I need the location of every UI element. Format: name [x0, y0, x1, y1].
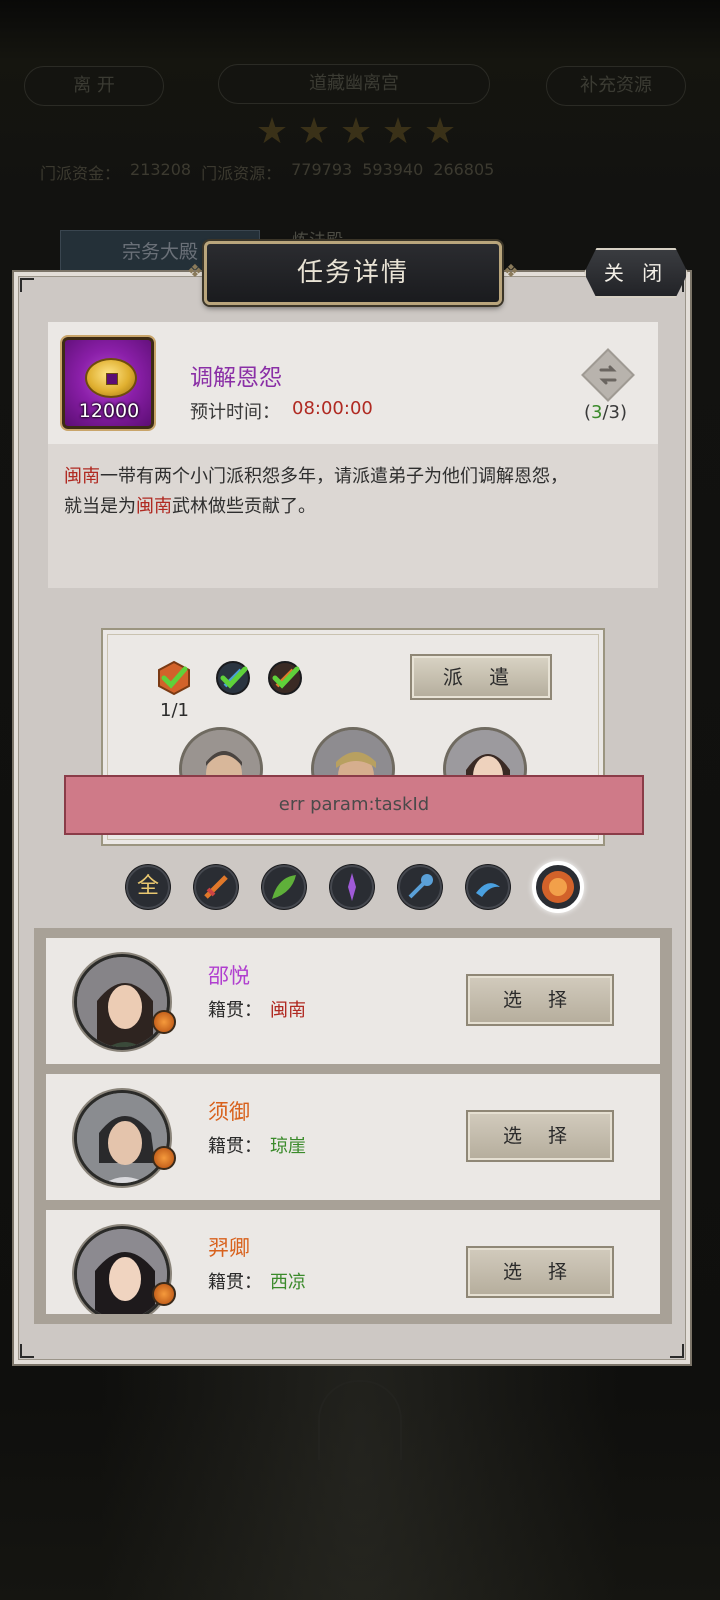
disciple-name: 须御 [208, 1100, 250, 1124]
star-icon: ★ [339, 111, 373, 152]
fist-class-icon [152, 1282, 176, 1306]
claw-filter-icon[interactable] [466, 865, 510, 909]
panel-corner-ornament [20, 278, 34, 292]
panel-corner-ornament [20, 1344, 34, 1358]
avatar [74, 1090, 170, 1186]
disciple-name: 羿卿 [208, 1236, 250, 1260]
list-item[interactable]: 邵悦 籍贯： 闽南 选 择 [46, 938, 660, 1064]
reward-item[interactable]: 12000 [62, 337, 154, 429]
list-item[interactable]: 须御 籍贯： 琼崖 选 择 [46, 1074, 660, 1200]
origin-label: 籍贯： [208, 1272, 262, 1293]
fist-filter-icon[interactable] [532, 861, 584, 913]
refresh-current: 3 [591, 402, 603, 423]
star-icon: ★ [381, 111, 415, 152]
star-icon: ★ [255, 111, 289, 152]
sect-resources-label: 门派资源： [201, 164, 282, 183]
skill-check-icon[interactable] [267, 660, 303, 696]
title-ornament-icon: ❖ [502, 261, 520, 282]
fist-class-icon [152, 1010, 176, 1034]
task-header: 12000 调解恩怨 预计时间： 08:00:00 (3/3) [48, 322, 658, 444]
weapon-check-icon[interactable] [215, 660, 251, 696]
title-ornament-icon: ❖ [186, 261, 204, 282]
origin-label: 籍贯： [208, 1136, 262, 1157]
estimated-time-value: 08:00:00 [292, 398, 373, 419]
star-icon: ★ [423, 111, 457, 152]
pagoda-silhouette [318, 1380, 402, 1460]
region-highlight: 闽南 [136, 496, 172, 517]
leave-button[interactable]: 离 开 [24, 66, 164, 106]
region-highlight: 闽南 [64, 466, 100, 487]
task-card: 12000 调解恩怨 预计时间： 08:00:00 (3/3) 闽南一带有两个小… [48, 322, 658, 588]
rating-stars: ★ ★ ★ ★ ★ [254, 114, 466, 154]
origin-value: 琼崖 [270, 1136, 306, 1157]
select-button[interactable]: 选 择 [466, 1246, 614, 1298]
sect-funds-label: 门派资金： [40, 164, 121, 183]
mace-filter-icon[interactable] [398, 865, 442, 909]
dispatch-button[interactable]: 派 遣 [410, 654, 552, 700]
panel-title: 任务详情 [204, 241, 502, 305]
reward-quantity: 12000 [78, 400, 140, 422]
sect-badge-icon[interactable] [156, 660, 192, 696]
sect-stats-bar: 门派资金： 213208 门派资源： 779793 593940 266805 [40, 160, 680, 190]
replenish-button[interactable]: 补充资源 [546, 66, 686, 106]
list-item[interactable]: 羿卿 籍贯： 西凉 选 择 [46, 1210, 660, 1314]
origin-label: 籍贯： [208, 1000, 262, 1021]
panel-corner-ornament [670, 1344, 684, 1358]
requirement-count: 1/1 [160, 700, 189, 721]
estimated-time-label: 预计时间： [190, 402, 280, 423]
disciple-name: 邵悦 [208, 964, 250, 988]
stat-value-3: 593940 [362, 160, 424, 179]
task-description: 闽南一带有两个小门派积怨多年，请派遣弟子为他们调解恩怨， 就当是为闽南武林做些贡… [64, 466, 568, 517]
star-icon: ★ [297, 111, 331, 152]
location-title: 道藏幽离宫 [218, 64, 490, 104]
blade-filter-icon[interactable] [194, 865, 238, 909]
select-button[interactable]: 选 择 [466, 1110, 614, 1162]
sect-resources-value: 779793 [291, 160, 353, 179]
gold-coin-icon [85, 358, 137, 398]
fist-class-icon [152, 1146, 176, 1170]
all-filter-icon[interactable]: 全 [126, 865, 170, 909]
avatar [74, 954, 170, 1050]
refresh-icon[interactable] [581, 348, 635, 402]
stat-value-4: 266805 [433, 160, 495, 179]
staff-filter-icon[interactable] [330, 865, 374, 909]
error-toast: err param:taskId [64, 775, 644, 835]
origin-value: 西凉 [270, 1272, 306, 1293]
origin-value: 闽南 [270, 1000, 306, 1021]
sect-funds-value: 213208 [130, 160, 192, 179]
task-name: 调解恩怨 [190, 365, 282, 391]
close-button[interactable]: 关 闭 [584, 248, 688, 298]
refresh-count: (3/3) [584, 402, 628, 423]
select-button[interactable]: 选 择 [466, 974, 614, 1026]
leaf-filter-icon[interactable] [262, 865, 306, 909]
